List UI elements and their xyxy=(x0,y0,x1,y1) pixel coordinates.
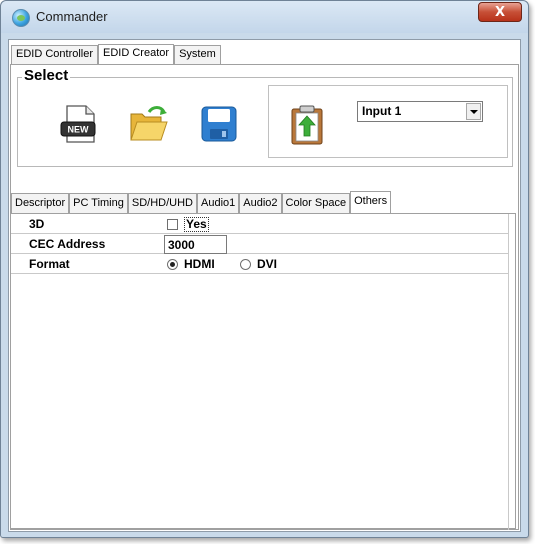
new-icon-text: NEW xyxy=(68,125,90,135)
app-globe-icon xyxy=(12,9,30,27)
cec-address-input[interactable] xyxy=(164,235,227,254)
new-edid-button[interactable]: NEW xyxy=(58,102,102,146)
chevron-down-icon[interactable] xyxy=(466,103,481,120)
tab-color-space[interactable]: Color Space xyxy=(281,193,351,213)
title-bar[interactable]: Commander X xyxy=(1,1,528,33)
row-cec-label: CEC Address xyxy=(29,237,106,251)
load-from-input-button[interactable] xyxy=(285,103,329,147)
tab-edid-controller[interactable]: EDID Controller xyxy=(11,45,99,64)
select-groupbox: Select NEW Input 1 xyxy=(17,68,513,167)
row-cec-address: CEC Address xyxy=(11,234,508,254)
tab-sd-hd-uhd[interactable]: SD/HD/UHD xyxy=(127,193,197,213)
tab-others[interactable]: Others xyxy=(350,191,392,214)
row-3d: 3D Yes xyxy=(11,214,508,234)
save-floppy-icon xyxy=(201,106,237,142)
input-select-value: Input 1 xyxy=(362,104,402,118)
tab-audio2[interactable]: Audio2 xyxy=(239,193,282,213)
3d-checkbox[interactable] xyxy=(167,219,178,230)
edid-creator-panel: Select NEW Input 1 Descriptor PC Timing … xyxy=(10,64,519,530)
format-dvi-label[interactable]: DVI xyxy=(257,257,277,271)
main-tab-strip: EDID Controller EDID Creator System xyxy=(11,44,221,65)
format-hdmi-radio[interactable] xyxy=(167,259,178,270)
new-file-icon: NEW xyxy=(60,105,96,143)
tab-system[interactable]: System xyxy=(174,45,221,64)
tab-pc-timing[interactable]: PC Timing xyxy=(69,193,128,213)
tab-descriptor[interactable]: Descriptor xyxy=(11,193,70,213)
clipboard-upload-icon xyxy=(291,105,323,145)
3d-yes-label[interactable]: Yes xyxy=(184,217,209,232)
format-dvi-radio[interactable] xyxy=(240,259,251,270)
save-edid-button[interactable] xyxy=(197,102,241,146)
select-group-title: Select xyxy=(22,67,71,84)
close-button[interactable]: X xyxy=(478,2,522,22)
grid-divider xyxy=(508,214,509,530)
client-area: EDID Controller EDID Creator System Sele… xyxy=(8,39,521,532)
tab-audio1[interactable]: Audio1 xyxy=(197,193,240,213)
format-hdmi-label[interactable]: HDMI xyxy=(184,257,215,271)
open-folder-icon xyxy=(130,106,168,141)
others-panel: 3D Yes CEC Address Format HDMI DVI xyxy=(11,213,516,530)
row-3d-label: 3D xyxy=(29,217,45,231)
window-title: Commander xyxy=(36,9,108,24)
tab-edid-creator[interactable]: EDID Creator xyxy=(98,44,175,65)
open-edid-button[interactable] xyxy=(127,102,171,146)
input-select[interactable]: Input 1 xyxy=(357,101,483,122)
row-format-label: Format xyxy=(29,257,70,271)
commander-window: Commander X EDID Controller EDID Creator… xyxy=(0,0,529,538)
sub-tab-strip: Descriptor PC Timing SD/HD/UHD Audio1 Au… xyxy=(11,191,392,214)
input-load-box: Input 1 xyxy=(268,85,508,158)
row-format: Format HDMI DVI xyxy=(11,254,508,274)
